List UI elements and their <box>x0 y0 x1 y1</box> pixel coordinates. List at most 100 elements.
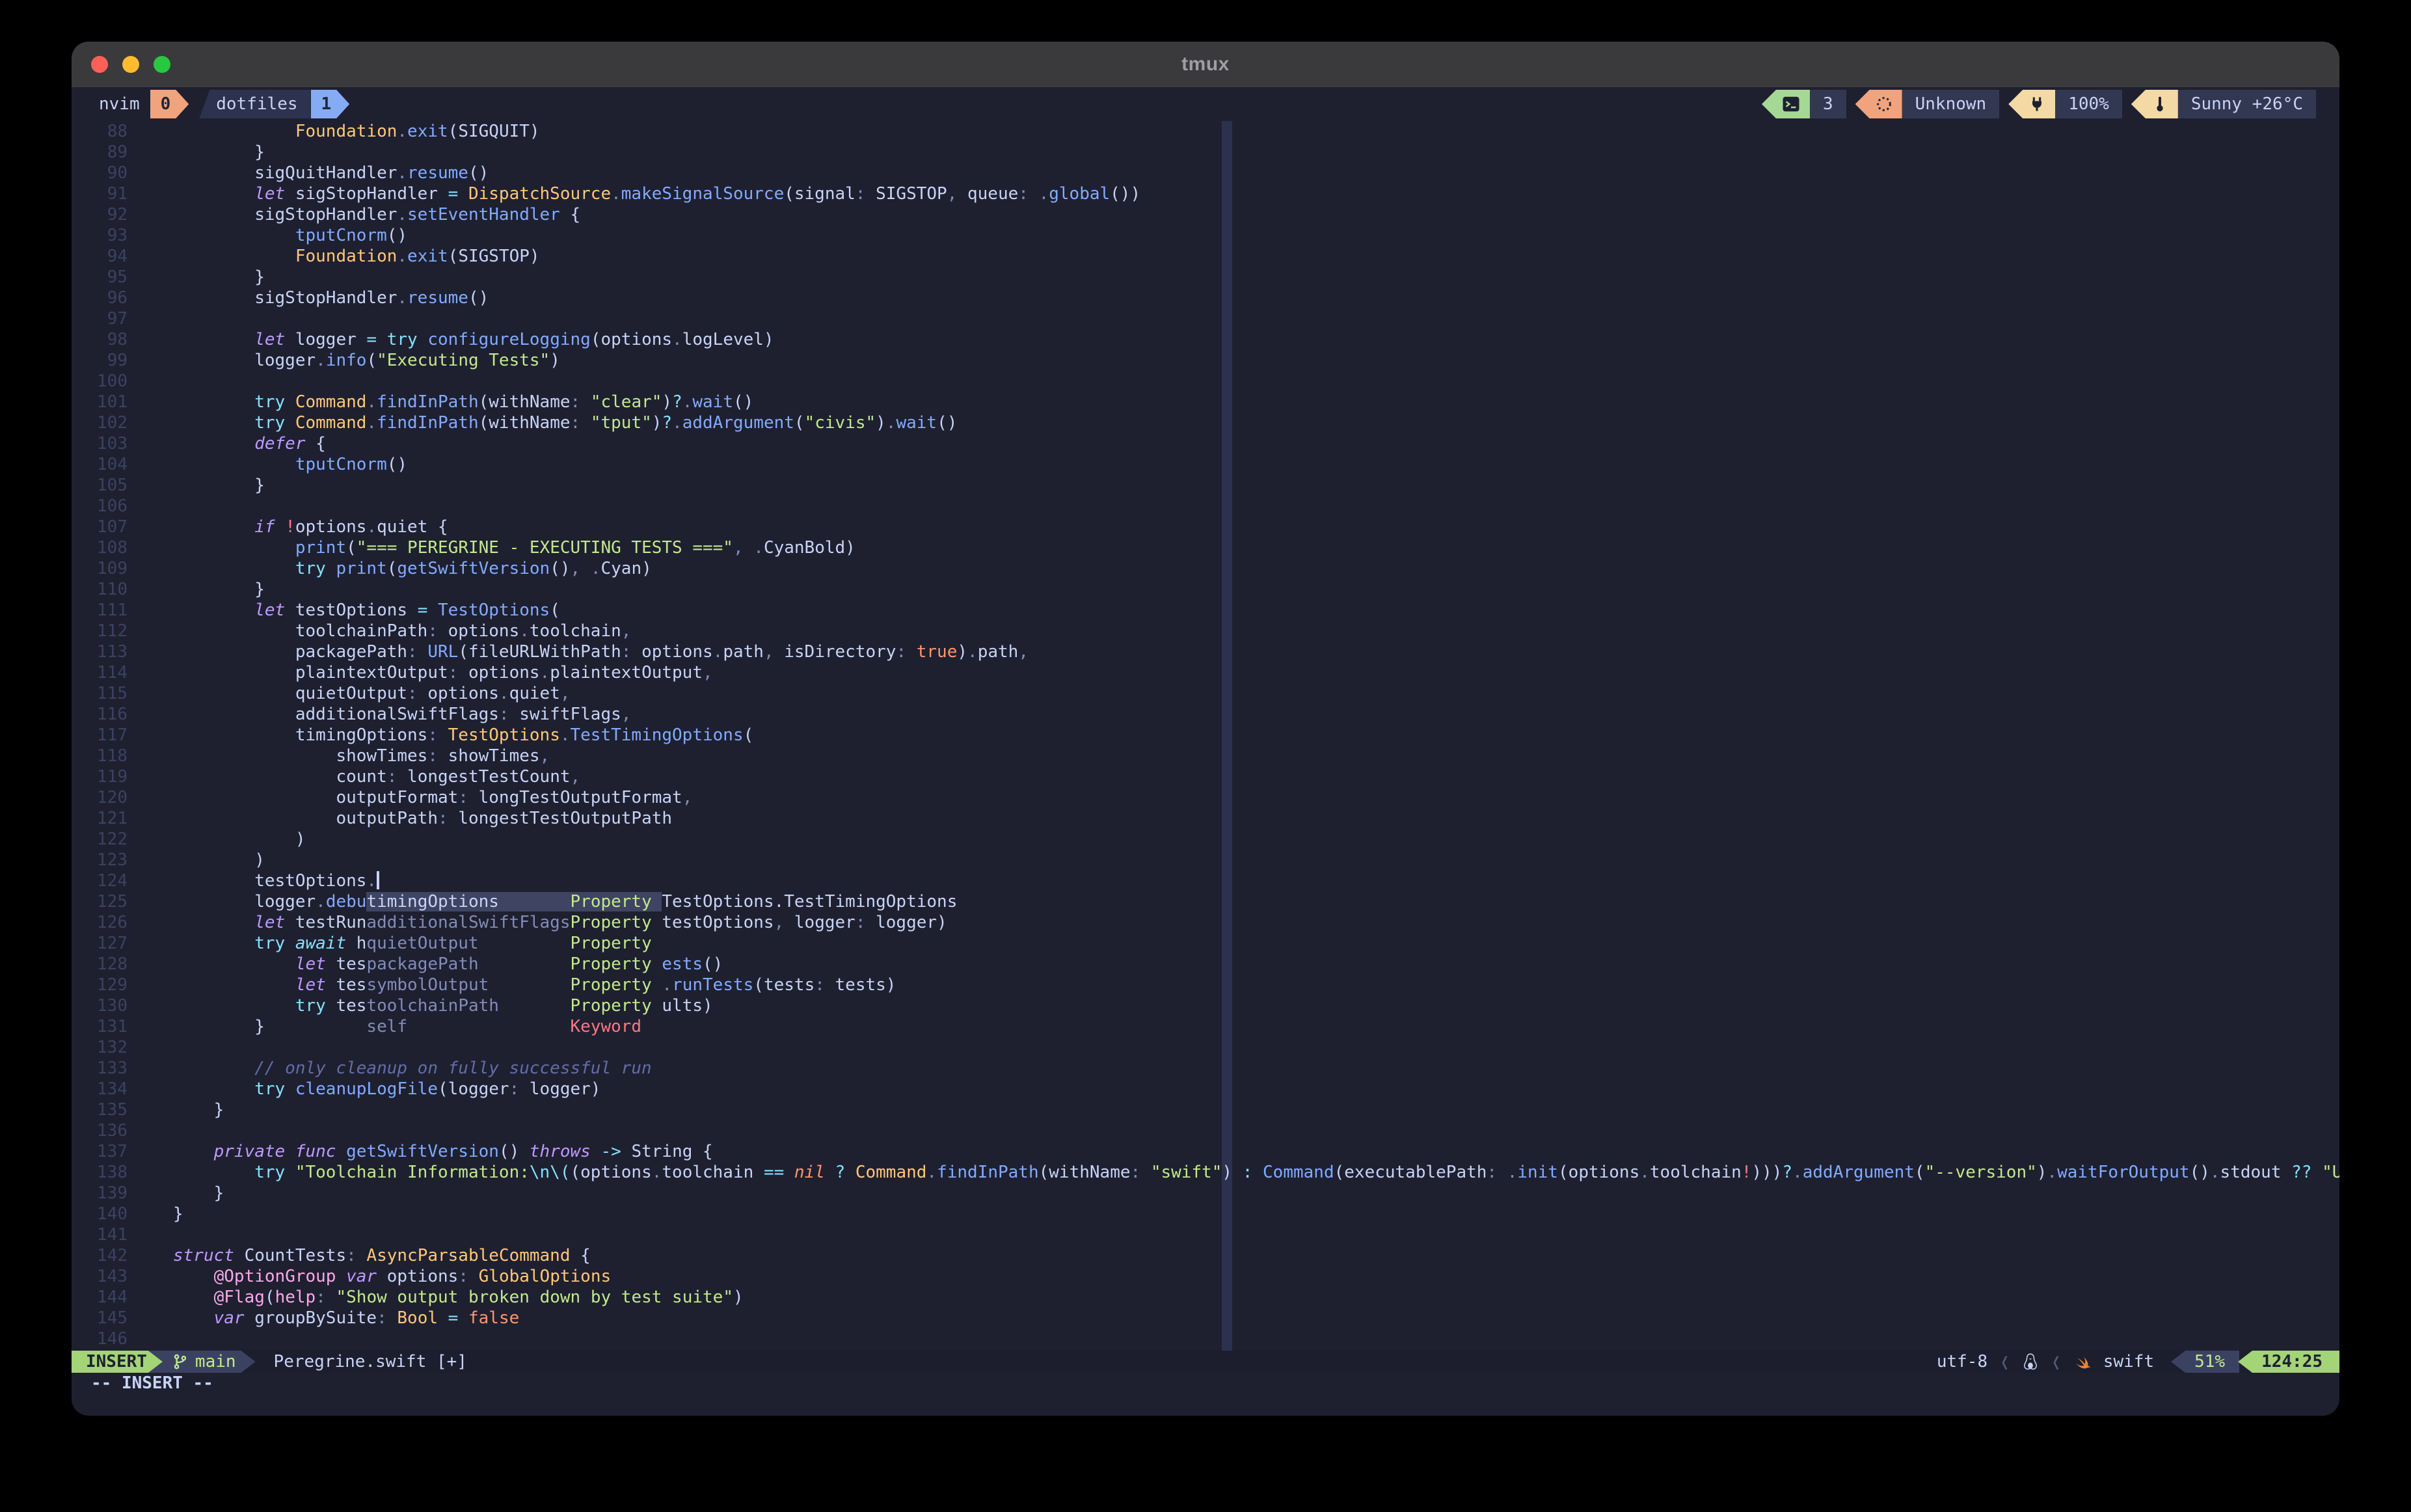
code-line: 90 sigQuitHandler.resume() <box>72 163 2339 183</box>
close-button[interactable] <box>91 56 108 73</box>
line-number: 124 <box>97 871 128 891</box>
code-token: swiftFlags <box>509 705 621 724</box>
code-token: , <box>682 788 693 807</box>
line-number: 117 <box>97 725 128 745</box>
code-token: try <box>295 996 326 1016</box>
line-number: 118 <box>97 746 128 766</box>
code-token: : <box>1242 1163 1253 1182</box>
code-token: testOptions <box>285 601 418 620</box>
code-token: toolchain <box>1649 1163 1742 1182</box>
code-token: "Show output broken down by test suite" <box>336 1288 733 1307</box>
code-token: makeSignalSource <box>621 184 785 204</box>
code-line: 127 try await hquietOutput Property <box>72 933 2339 954</box>
code-token: . <box>590 559 601 578</box>
code-token: options <box>438 621 520 641</box>
code-token: . <box>1792 1163 1803 1182</box>
code-line: 128 let tespackagePath Property ests() <box>72 954 2339 975</box>
editor-lines: 88 Foundation.exit(SIGQUIT) 89 } 90 sigQui… <box>72 121 2339 1349</box>
code-token: . <box>539 663 550 682</box>
code-token: ( <box>743 725 754 745</box>
code-line: 95 } <box>72 267 2339 288</box>
code-token: tputCnorm <box>295 455 387 474</box>
command-line[interactable]: -- INSERT -- <box>72 1373 2339 1394</box>
code-text: print("=== PEREGRINE - EXECUTING TESTS =… <box>173 537 855 558</box>
code-token: . <box>519 621 530 641</box>
code-token: ests <box>662 954 703 974</box>
code-token: ( <box>264 1288 275 1307</box>
code-token: if <box>173 517 275 537</box>
code-token: global <box>1049 184 1111 204</box>
code-token: Cyan) <box>600 559 652 578</box>
line-number: 110 <box>97 580 128 599</box>
window-titlebar: tmux <box>72 42 2339 87</box>
code-token: ) <box>876 413 886 433</box>
code-token: : <box>438 809 448 828</box>
code-token: DispatchSource <box>468 184 612 204</box>
code-token: ) <box>651 413 662 433</box>
code-token: nil <box>794 1163 825 1182</box>
code-token: resume <box>407 163 468 183</box>
code-token: ? <box>835 1163 846 1182</box>
code-token: . <box>397 247 408 266</box>
code-token: . <box>662 975 673 995</box>
code-token: . <box>316 892 326 911</box>
code-token: . <box>885 413 896 433</box>
code-token: testOptions <box>662 913 774 932</box>
code-token: quiet { <box>377 517 448 537</box>
code-token: ()) <box>1110 184 1141 204</box>
code-token: () <box>498 1142 530 1161</box>
code-token: Property <box>570 954 662 974</box>
zoom-button[interactable] <box>154 56 170 73</box>
code-token: sigStopHandler <box>173 288 397 308</box>
editor[interactable]: 88 Foundation.exit(SIGQUIT) 89 } 90 sigQui… <box>72 121 2339 1351</box>
code-line: 132 <box>72 1037 2339 1058</box>
line-number: 91 <box>107 184 128 204</box>
code-token: (tests <box>753 975 815 995</box>
line-number: 96 <box>107 288 128 308</box>
code-token: resume <box>407 288 468 308</box>
code-token: } <box>173 1204 183 1224</box>
code-token: tests) <box>824 975 896 995</box>
code-token: tes <box>325 996 367 1016</box>
code-token: , <box>703 663 713 682</box>
code-token: try <box>173 1079 286 1099</box>
minimize-button[interactable] <box>122 56 139 73</box>
code-token: testOptions <box>173 871 367 891</box>
code-token: = <box>448 184 459 204</box>
code-token: (withName <box>1038 1163 1131 1182</box>
code-text: } <box>173 1100 224 1120</box>
code-text: try print(getSwiftVersion(), .Cyan) <box>173 558 652 579</box>
tmux-tab-dotfiles[interactable]: dotfiles 1 <box>199 90 349 118</box>
tmux-status-bar: nvim 0 dotfiles 1 3 Unknown 100% Sunny +26°C <box>72 87 2339 121</box>
code-token: wait <box>896 413 937 433</box>
code-line: 134 try cleanupLogFile(logger: logger) <box>72 1079 2339 1100</box>
code-token: { <box>559 205 581 224</box>
code-line: 145 var groupBySuite: Bool = false <box>72 1308 2339 1329</box>
code-token: info <box>325 351 367 370</box>
encoding-label: utf-8 <box>1936 1352 1988 1371</box>
line-number: 90 <box>107 163 128 183</box>
code-token: (executablePath <box>1334 1163 1487 1182</box>
code-token: (SIGSTOP) <box>448 247 540 266</box>
code-token: . <box>2209 1163 2220 1182</box>
tmux-tab-nvim[interactable]: nvim 0 <box>95 90 189 118</box>
code-token: Property <box>570 913 662 932</box>
code-token: try <box>173 413 286 433</box>
line-number: 112 <box>97 621 128 641</box>
os-penguin-icon <box>2022 1353 2039 1371</box>
code-token: : <box>316 1288 326 1307</box>
code-text: } <box>173 267 265 288</box>
code-token: . <box>712 642 723 662</box>
code-token: Command <box>295 413 367 433</box>
code-line: 117 timingOptions: TestOptions.TestTimin… <box>72 725 2339 746</box>
code-token: outputPath <box>173 809 438 828</box>
